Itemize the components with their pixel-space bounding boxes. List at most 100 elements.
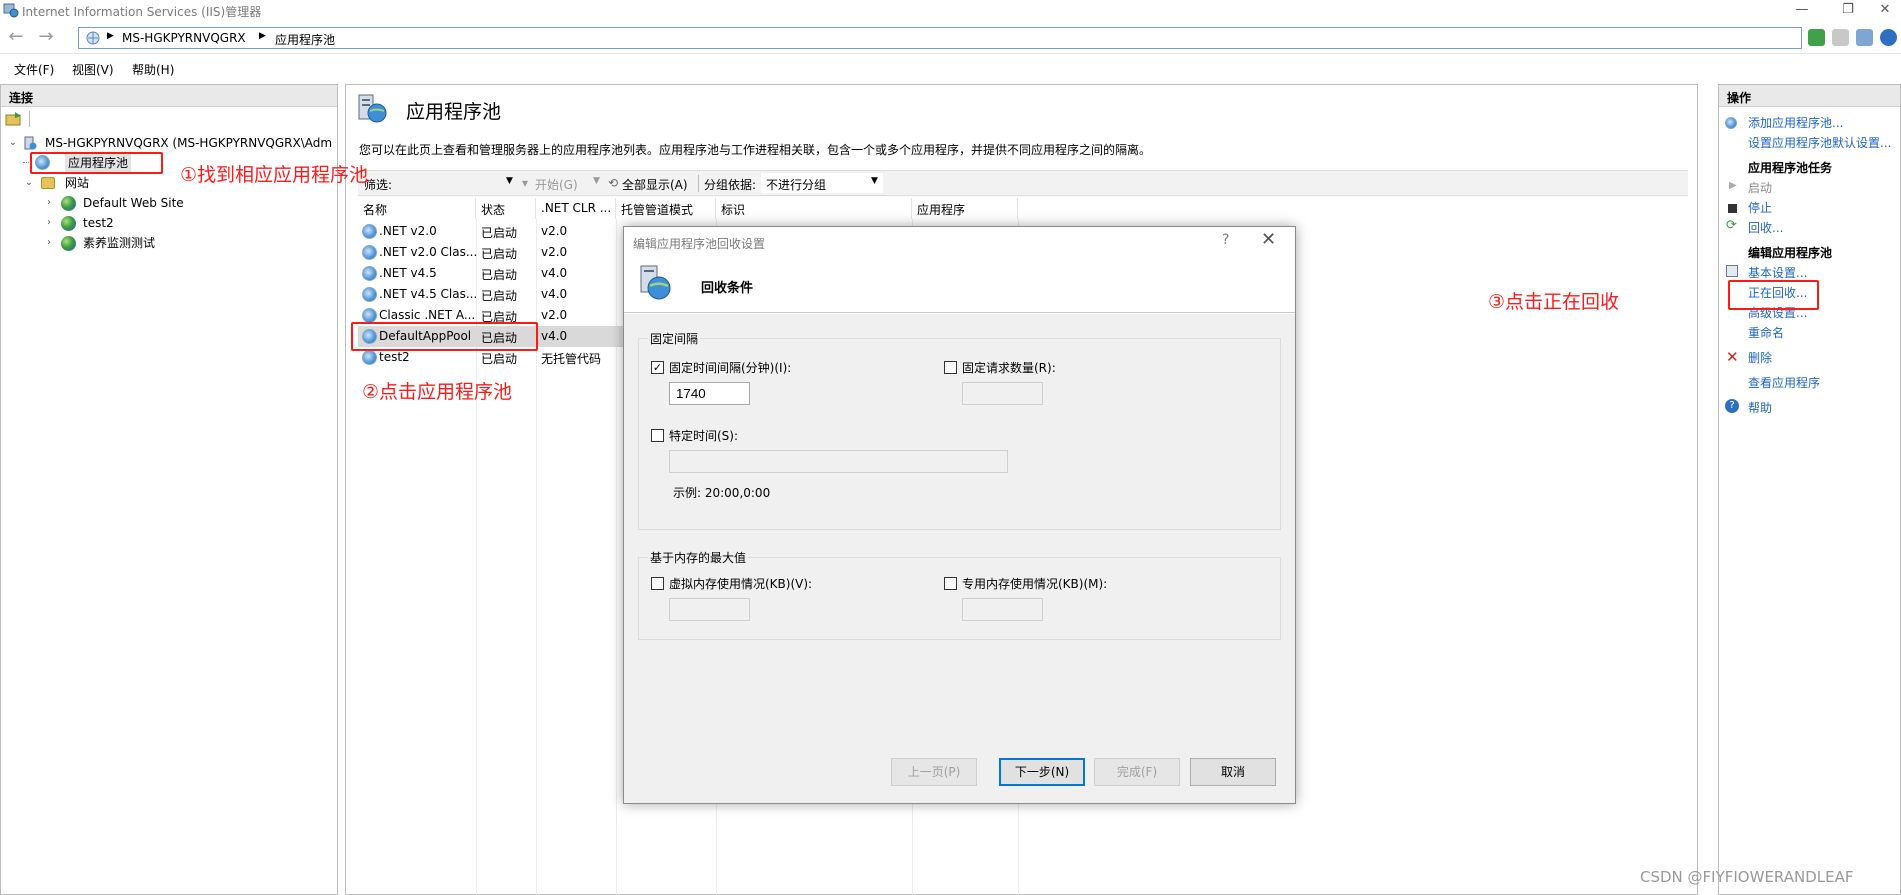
- next-button[interactable]: 下一步(N): [999, 758, 1085, 786]
- cell-name: .NET v2.0: [379, 224, 437, 238]
- column-header-status[interactable]: 状态: [476, 198, 536, 219]
- filter-input[interactable]: [402, 173, 488, 193]
- back-arrow-icon[interactable]: ←: [4, 26, 28, 50]
- annotation-step1: ①找到相应应用程序池: [180, 164, 369, 186]
- iis-app-icon: [3, 3, 19, 18]
- address-bar: ← → ▶ MS-HGKPYRNVQGRX ▶ 应用程序池: [0, 22, 1901, 54]
- column-header-name[interactable]: 名称: [358, 198, 476, 219]
- tree-label-sites: 网站: [65, 176, 90, 190]
- table-row[interactable]: .NET v2.0 已启动 v2.0: [358, 221, 624, 242]
- menu-bar: 文件(F) 视图(V) 帮助(H): [0, 56, 1901, 80]
- private-memory-input[interactable]: [962, 598, 1043, 621]
- table-row[interactable]: .NET v4.5 Clas... 已启动 v4.0: [358, 284, 624, 305]
- chevron-right-icon[interactable]: ›: [43, 194, 55, 212]
- dialog-header: 回收条件: [624, 257, 1295, 313]
- private-memory-label: 专用内存使用情况(KB)(M):: [962, 577, 1108, 591]
- recycle-link[interactable]: 回收...: [1748, 220, 1783, 236]
- tree-label-site: 素养监测测试: [83, 236, 156, 250]
- fixed-interval-label: 固定时间间隔(分钟)(I):: [669, 361, 792, 375]
- add-app-pool-link[interactable]: 添加应用程序池...: [1748, 115, 1843, 131]
- cell-name: .NET v4.5 Clas...: [379, 287, 476, 301]
- connections-panel: 连接 ⌄ MS-HGKPYRNVQGRX (MS-HGKPYRNVQGRX\Ad…: [0, 84, 338, 895]
- toolbar-divider: [698, 175, 699, 192]
- view-apps-link[interactable]: 查看应用程序: [1748, 375, 1820, 391]
- fixed-interval-checkbox[interactable]: ✓: [651, 361, 664, 374]
- table-row[interactable]: .NET v4.5 已启动 v4.0: [358, 263, 624, 284]
- edit-pool-heading: 编辑应用程序池: [1748, 246, 1833, 260]
- virtual-memory-checkbox[interactable]: [651, 577, 664, 590]
- breadcrumb-app-pools[interactable]: 应用程序池: [275, 31, 335, 48]
- stop-icon[interactable]: [1832, 29, 1849, 46]
- cell-clr: v4.0: [541, 287, 568, 301]
- cell-clr: v2.0: [541, 245, 568, 259]
- help-icon: ?: [1725, 399, 1739, 413]
- cell-clr: v4.0: [541, 266, 568, 280]
- column-header-pipeline[interactable]: 托管管道模式: [616, 198, 716, 219]
- server-icon: [24, 136, 37, 150]
- window-title: Internet Information Services (IIS)管理器: [22, 5, 262, 19]
- delete-link[interactable]: 删除: [1748, 350, 1772, 366]
- prev-button[interactable]: 上一页(P): [891, 758, 977, 786]
- column-header-applications[interactable]: 应用程序: [912, 198, 1018, 219]
- fixed-requests-label: 固定请求数量(R):: [962, 361, 1056, 375]
- fixed-requests-checkbox[interactable]: [944, 361, 957, 374]
- start-filter-button[interactable]: 开始(G): [535, 176, 578, 193]
- help-icon[interactable]: [1880, 29, 1897, 46]
- filter-toolbar: 筛选: ▼ ▾ 开始(G) ▼ ⟲ 全部显示(A) 分组依据: 不进行分组 ▼: [358, 170, 1688, 196]
- tree-label-site: Default Web Site: [83, 196, 184, 210]
- address-field[interactable]: ▶ MS-HGKPYRNVQGRX ▶ 应用程序池: [78, 27, 1802, 49]
- private-memory-checkbox[interactable]: [944, 577, 957, 590]
- close-button[interactable]: ✕: [1865, 0, 1901, 22]
- chevron-down-icon[interactable]: ▼: [871, 176, 878, 186]
- fixed-interval-input[interactable]: [669, 382, 750, 405]
- refresh-icon[interactable]: [1808, 29, 1825, 46]
- sites-folder-icon: [41, 177, 55, 189]
- globe-icon: [61, 236, 76, 251]
- start-link[interactable]: 启动: [1748, 180, 1772, 196]
- actions-header: 操作: [1719, 85, 1900, 107]
- show-all-button[interactable]: 全部显示(A): [622, 176, 688, 193]
- stop-link[interactable]: 停止: [1748, 200, 1772, 216]
- chevron-right-icon: ▶: [107, 31, 114, 41]
- chevron-right-icon[interactable]: ›: [43, 214, 55, 232]
- minimize-button[interactable]: —: [1782, 0, 1822, 22]
- breadcrumb-server[interactable]: MS-HGKPYRNVQGRX: [122, 31, 246, 45]
- cell-clr: v2.0: [541, 224, 568, 238]
- column-header-clr[interactable]: .NET CLR ...: [536, 198, 616, 219]
- cancel-button[interactable]: 取消: [1190, 758, 1276, 786]
- chevron-right-icon: ▶: [259, 31, 266, 41]
- chevron-down-icon[interactable]: ⌄: [23, 174, 35, 192]
- toolbar-divider: [29, 111, 30, 127]
- filter-label: 筛选:: [364, 178, 393, 192]
- fixed-requests-input[interactable]: [962, 382, 1043, 405]
- virtual-memory-label: 虚拟内存使用情况(KB)(V):: [669, 577, 813, 591]
- menu-view[interactable]: 视图(V): [72, 61, 114, 78]
- connect-icon[interactable]: [5, 111, 23, 127]
- restore-button[interactable]: ❐: [1828, 0, 1868, 22]
- rename-link[interactable]: 重命名: [1748, 325, 1784, 341]
- recycle-settings-icon: [640, 265, 671, 300]
- forward-arrow-icon[interactable]: →: [34, 26, 58, 50]
- specific-time-checkbox[interactable]: [651, 429, 664, 442]
- set-defaults-link[interactable]: 设置应用程序池默认设置...: [1748, 135, 1891, 151]
- recycle-settings-dialog: 编辑应用程序池回收设置 ? ✕ 回收条件 固定间隔 ✓ 固定时间间隔(分钟)(I…: [623, 226, 1296, 804]
- menu-file[interactable]: 文件(F): [14, 61, 54, 78]
- virtual-memory-input[interactable]: [669, 598, 750, 621]
- column-header-identity[interactable]: 标识: [716, 198, 912, 219]
- basic-settings-link[interactable]: 基本设置...: [1748, 265, 1807, 281]
- help-button[interactable]: ?: [1222, 232, 1229, 248]
- recycle-icon: ⟳: [1726, 218, 1737, 233]
- table-row[interactable]: .NET v2.0 Clas... 已启动 v2.0: [358, 242, 624, 263]
- help-link[interactable]: 帮助: [1748, 400, 1772, 416]
- chevron-down-icon[interactable]: ▼: [506, 176, 513, 186]
- tree-label-server: MS-HGKPYRNVQGRX (MS-HGKPYRNVQGRX\Adm: [45, 136, 333, 150]
- menu-help[interactable]: 帮助(H): [132, 61, 174, 78]
- home-icon[interactable]: [1856, 29, 1873, 46]
- cell-status: 已启动: [481, 247, 518, 261]
- chevron-down-icon[interactable]: ⌄: [7, 134, 19, 152]
- chevron-right-icon[interactable]: ›: [43, 234, 55, 252]
- finish-button[interactable]: 完成(F): [1094, 758, 1180, 786]
- specific-time-input[interactable]: [669, 450, 1008, 473]
- funnel-icon: ▾: [522, 176, 529, 190]
- dialog-close-button[interactable]: ✕: [1261, 229, 1276, 250]
